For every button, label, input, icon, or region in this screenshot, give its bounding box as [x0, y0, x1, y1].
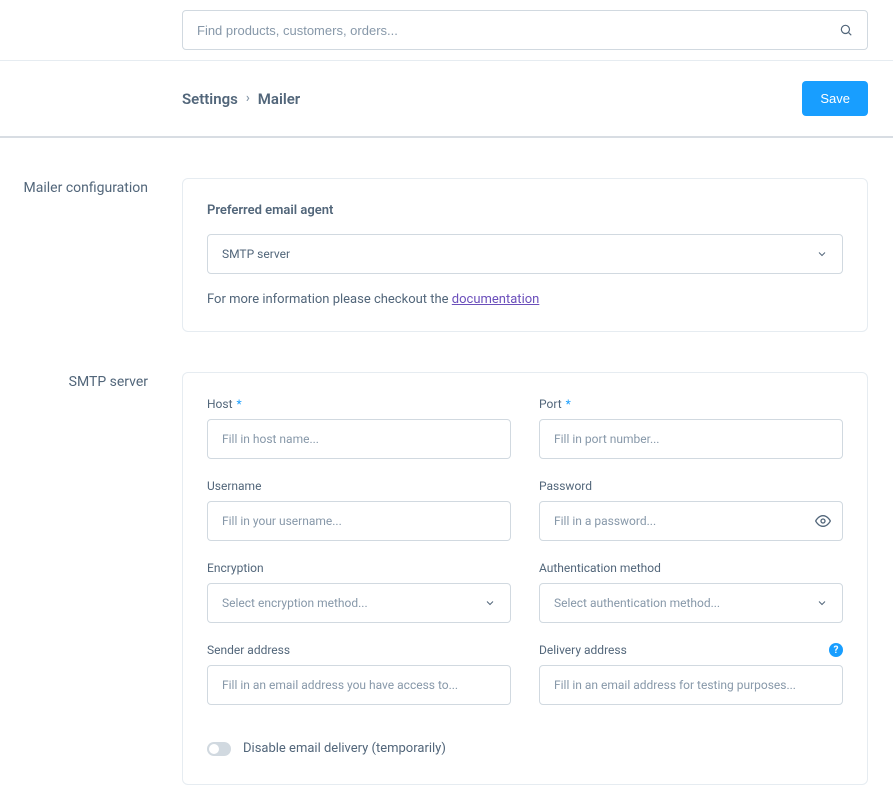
help-icon[interactable]: ?: [829, 643, 843, 657]
required-indicator: *: [566, 397, 571, 411]
field-username: Username: [207, 479, 511, 541]
eye-icon[interactable]: [815, 513, 831, 529]
agent-select-value: SMTP server: [222, 247, 290, 261]
required-indicator: *: [237, 397, 242, 411]
disable-delivery-toggle[interactable]: [207, 742, 231, 756]
chevron-right-icon: ›: [246, 91, 250, 106]
section-title: SMTP server: [0, 372, 182, 390]
sender-input[interactable]: [207, 665, 511, 705]
helper-text: For more information please checkout the…: [207, 292, 843, 307]
encryption-label: Encryption: [207, 561, 264, 575]
disable-delivery-label: Disable email delivery (temporarily): [243, 741, 446, 756]
global-search[interactable]: [182, 10, 868, 50]
disable-delivery-row: Disable email delivery (temporarily): [207, 741, 843, 756]
section-smtp: SMTP server Host * Port * Username Passwor…: [0, 332, 893, 785]
encryption-select[interactable]: Select encryption method...: [207, 583, 511, 623]
host-input[interactable]: [207, 419, 511, 459]
top-bar: [0, 0, 893, 60]
chevron-down-icon: [816, 597, 828, 609]
search-input[interactable]: [197, 23, 839, 38]
helper-prefix: For more information please checkout the: [207, 292, 452, 307]
field-port: Port *: [539, 397, 843, 459]
port-label: Port: [539, 397, 562, 411]
documentation-link[interactable]: documentation: [452, 292, 540, 307]
agent-label: Preferred email agent: [207, 203, 843, 218]
field-sender: Sender address: [207, 643, 511, 705]
username-label: Username: [207, 479, 261, 493]
delivery-label: Delivery address: [539, 643, 627, 657]
password-input[interactable]: [539, 501, 843, 541]
breadcrumb-current: Mailer: [258, 90, 300, 108]
card-mailer-config: Preferred email agent SMTP server For mo…: [182, 178, 868, 332]
field-delivery: Delivery address ?: [539, 643, 843, 705]
breadcrumb-parent[interactable]: Settings: [182, 90, 238, 108]
host-label: Host: [207, 397, 233, 411]
field-host: Host *: [207, 397, 511, 459]
field-encryption: Encryption Select encryption method...: [207, 561, 511, 623]
field-password: Password: [539, 479, 843, 541]
sender-label: Sender address: [207, 643, 290, 657]
section-title: Mailer configuration: [0, 178, 182, 196]
search-icon: [839, 23, 853, 37]
chevron-down-icon: [816, 248, 828, 260]
delivery-input[interactable]: [539, 665, 843, 705]
auth-label: Authentication method: [539, 561, 661, 575]
auth-select[interactable]: Select authentication method...: [539, 583, 843, 623]
username-input[interactable]: [207, 501, 511, 541]
card-smtp: Host * Port * Username Password Encryption…: [182, 372, 868, 785]
agent-select[interactable]: SMTP server: [207, 234, 843, 274]
password-label: Password: [539, 479, 592, 493]
section-mailer-config: Mailer configuration Preferred email age…: [0, 138, 893, 332]
chevron-down-icon: [484, 597, 496, 609]
encryption-placeholder: Select encryption method...: [222, 596, 368, 610]
save-button[interactable]: Save: [802, 81, 868, 116]
auth-placeholder: Select authentication method...: [554, 596, 720, 610]
breadcrumb: Settings › Mailer: [182, 90, 300, 108]
port-input[interactable]: [539, 419, 843, 459]
field-auth: Authentication method Select authenticat…: [539, 561, 843, 623]
page-header: Settings › Mailer Save: [182, 61, 868, 136]
